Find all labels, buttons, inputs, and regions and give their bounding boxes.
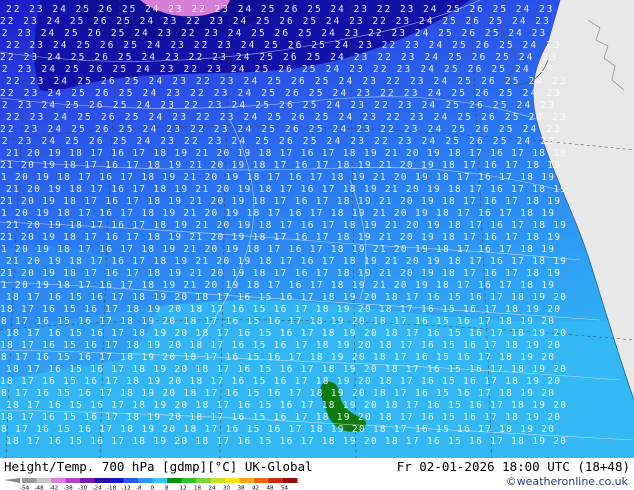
scale-tick-label: 54 — [281, 486, 289, 490]
scale-swatch — [138, 478, 153, 483]
isoline-label-row: 18 17 16 15 16 17 18 19 20 18 17 16 15 1… — [0, 316, 554, 327]
isoline-label-row: 18 17 16 15 16 17 18 19 20 18 17 16 15 1… — [6, 436, 566, 447]
scale-swatch — [94, 478, 109, 483]
scale-swatch — [22, 478, 37, 483]
isoline-label-row: 21 20 19 18 17 16 17 18 19 21 20 19 18 1… — [6, 148, 566, 159]
isoline-label-row: 21 20 19 18 17 16 17 18 19 21 20 19 18 1… — [6, 220, 566, 231]
scale-swatch — [109, 478, 124, 483]
isoline-label-row: 22 23 24 25 26 25 24 23 22 23 24 25 26 2… — [0, 52, 556, 63]
isoline-label-row: 21 20 19 18 17 16 17 18 19 21 20 19 18 1… — [0, 172, 554, 183]
scale-swatch — [196, 478, 211, 483]
isoline-label-row: 21 20 19 18 17 16 17 18 19 21 20 19 18 1… — [0, 268, 560, 279]
isoline-label-row: 18 17 16 15 16 17 18 19 20 18 17 16 15 1… — [0, 340, 560, 351]
scale-tick-label: -30 — [78, 486, 88, 490]
scale-tick-label: -42 — [49, 486, 58, 490]
valid-time: Fr 02-01-2026 18:00 UTC (18+48) — [396, 459, 630, 474]
scale-tick-label: 38 — [238, 486, 246, 490]
isoline-label-row: 18 17 16 15 16 17 18 19 20 18 17 16 15 1… — [6, 364, 566, 375]
scale-swatch — [167, 478, 182, 483]
scale-tick-label: 24 — [209, 486, 217, 490]
isoline-label-row: 18 17 16 15 16 17 18 19 20 18 17 16 15 1… — [0, 388, 554, 399]
isoline-label-row: 22 23 24 25 26 25 24 23 22 23 24 25 26 2… — [0, 124, 560, 135]
isoline-label-row: 21 20 19 18 17 16 17 18 19 21 20 19 18 1… — [0, 208, 554, 219]
isoline-label-row: 18 17 16 15 16 17 18 19 20 18 17 16 15 1… — [6, 400, 566, 411]
scale-tick-label: 42 — [252, 486, 259, 490]
scale-tick-label: -8 — [136, 486, 142, 490]
scale-swatch — [51, 478, 66, 483]
scale-tick-label: -38 — [64, 486, 74, 490]
scale-tick-label: 18 — [194, 486, 202, 490]
temperature-map: 22 23 24 25 26 25 24 23 22 23 24 25 26 2… — [0, 0, 634, 458]
scale-swatch — [268, 478, 283, 483]
isoline-label-row: 22 23 24 25 26 25 24 23 22 23 24 25 26 2… — [0, 88, 560, 99]
isoline-label-row: 21 20 19 18 17 16 17 18 19 21 20 19 18 1… — [6, 184, 566, 195]
map-title: Height/Temp. 700 hPa [gdmp][°C] UK-Globa… — [4, 459, 313, 474]
scale-tick-label: 12 — [180, 486, 187, 490]
isoline-label-row: 21 20 19 18 17 16 17 18 19 21 20 19 18 1… — [0, 244, 554, 255]
scale-tick-label: -24 — [93, 486, 103, 490]
isoline-label-row: 18 17 16 15 16 17 18 19 20 18 17 16 15 1… — [0, 376, 560, 387]
scale-tick-label: 8 — [165, 486, 169, 490]
scale-swatch — [225, 478, 240, 483]
scale-swatch — [36, 478, 51, 483]
scale-tick-label: -12 — [122, 486, 131, 490]
scale-tick-label: 30 — [223, 486, 231, 490]
scale-tick-label: 48 — [267, 486, 275, 490]
isoline-label-row: 18 17 16 15 16 17 18 19 20 18 17 16 15 1… — [0, 304, 560, 315]
scale-tick-label: -54 — [20, 486, 30, 490]
isoline-label-row: 22 23 24 25 26 25 24 23 22 23 24 25 26 2… — [6, 112, 566, 123]
isoline-labels: 22 23 24 25 26 25 24 23 22 23 24 25 26 2… — [0, 4, 566, 447]
isoline-label-row: 22 23 24 25 26 25 24 23 22 23 24 25 26 2… — [6, 4, 552, 15]
isoline-label-row: 21 20 19 18 17 16 17 18 19 21 20 19 18 1… — [0, 196, 560, 207]
scale-tick-label: -18 — [107, 486, 117, 490]
isoline-label-row: 22 23 24 25 26 25 24 23 22 23 24 25 26 2… — [6, 40, 560, 51]
isoline-label-row: 18 17 16 15 16 17 18 19 20 18 17 16 15 1… — [0, 424, 554, 435]
isoline-label-row: 18 17 16 15 16 17 18 19 20 18 17 16 15 1… — [6, 328, 566, 339]
isoline-label-row: 18 17 16 15 16 17 18 19 20 18 17 16 15 1… — [0, 412, 560, 423]
scale-swatch — [254, 478, 269, 483]
map-footer: Height/Temp. 700 hPa [gdmp][°C] UK-Globa… — [0, 458, 634, 490]
isoline-label-row: 21 20 19 18 17 16 17 18 19 21 20 19 18 1… — [0, 232, 560, 243]
isoline-label-row: 21 20 19 18 17 16 17 18 19 21 20 19 18 1… — [0, 280, 554, 291]
scale-arrow — [4, 478, 20, 483]
scale-swatch — [152, 478, 167, 483]
isoline-label-row: 22 23 24 25 26 25 24 23 22 23 24 25 26 2… — [6, 76, 566, 87]
isoline-label-row: 21 20 19 18 17 16 17 18 19 21 20 19 18 1… — [6, 256, 566, 267]
scale-swatch — [65, 478, 80, 483]
scale-swatch — [239, 478, 254, 483]
scale-swatch — [80, 478, 95, 483]
scale-swatch — [210, 478, 225, 483]
color-scale-legend: -54 -48 -42 -38 -30 -24 -18 -12 -8 0 8 12 18 24 30 38 42… — [4, 478, 298, 490]
isoline-label-row: 18 17 16 15 16 17 18 19 20 18 17 16 15 1… — [0, 352, 554, 363]
map-viewer: 22 23 24 25 26 25 24 23 22 23 24 25 26 2… — [0, 0, 634, 490]
scale-tick-label: 0 — [151, 486, 155, 490]
credit-link[interactable]: ©weatheronline.co.uk — [506, 475, 628, 489]
isoline-label-row: 22 23 24 25 26 25 24 23 22 23 24 25 26 2… — [0, 16, 549, 27]
scale-tick-label: -48 — [35, 486, 45, 490]
scale-swatch — [283, 478, 298, 483]
scale-swatch — [123, 478, 138, 483]
isoline-label-row: 18 17 16 15 16 17 18 19 20 18 17 16 15 1… — [6, 292, 566, 303]
scale-swatch — [181, 478, 196, 483]
isoline-label-row: 21 20 19 18 17 16 17 18 19 21 20 19 18 1… — [0, 160, 560, 171]
